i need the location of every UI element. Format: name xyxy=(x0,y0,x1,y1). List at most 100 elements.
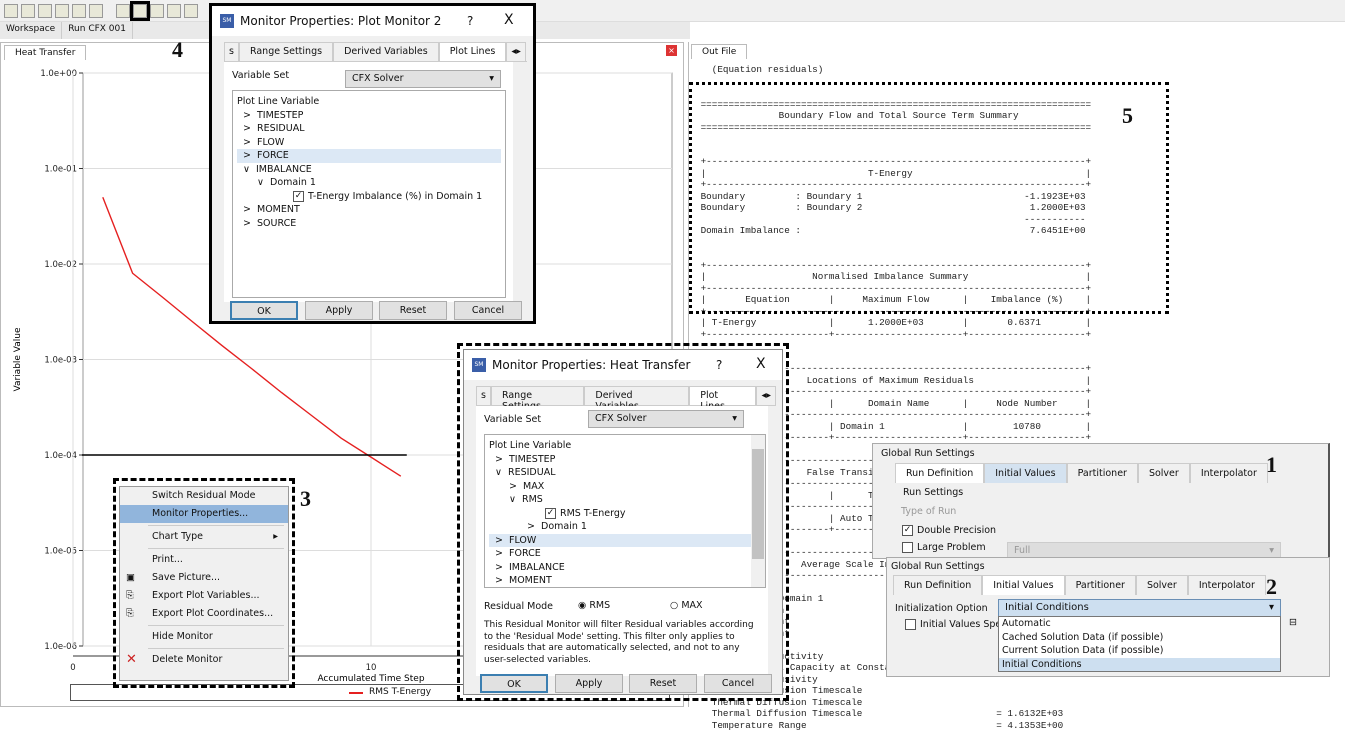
tab-interpolator[interactable]: Interpolator xyxy=(1188,575,1266,595)
initialization-option-select[interactable]: Initial Conditions xyxy=(998,599,1281,617)
tab-plot-lines[interactable]: Plot Lines xyxy=(689,386,756,405)
menu-hide-monitor[interactable]: Hide Monitor xyxy=(120,628,288,646)
legend-label: RMS T-Energy xyxy=(369,687,431,697)
out-file-line: (Equation residuals) xyxy=(695,64,1091,76)
ok-button[interactable]: OK xyxy=(230,301,298,320)
tree-item-max[interactable]: > MAX xyxy=(489,480,761,494)
tab-scroll-arrows[interactable]: ◂▸ xyxy=(506,42,526,61)
x-axis-label: Accumulated Time Step xyxy=(317,674,424,684)
tab-plot-lines[interactable]: Plot Lines xyxy=(439,42,507,61)
menu-switch-residual-mode[interactable]: Switch Residual Mode xyxy=(120,487,288,505)
radio-max[interactable]: ○ MAX xyxy=(670,600,703,611)
tab-partial[interactable]: s xyxy=(224,42,239,61)
tree-item-moment[interactable]: > MOMENT xyxy=(237,203,501,217)
option-initial-conditions[interactable]: Initial Conditions xyxy=(999,658,1280,672)
help-button[interactable]: ? xyxy=(467,14,473,28)
menu-save-picture[interactable]: ▣Save Picture... xyxy=(120,569,288,587)
tree-item-rms[interactable]: ∨ RMS xyxy=(489,493,761,507)
tree-item-t-energy-imbalance[interactable]: ✓T-Energy Imbalance (%) in Domain 1 xyxy=(237,190,501,204)
ok-button[interactable]: OK xyxy=(480,674,548,693)
double-precision-checkbox[interactable]: ✓Double Precision xyxy=(902,525,996,536)
menu-chart-type-label: Chart Type xyxy=(152,531,203,542)
tab-solver[interactable]: Solver xyxy=(1138,463,1190,483)
tree-item-domain-1[interactable]: > Domain 1 xyxy=(489,520,761,534)
tab-partial[interactable]: s xyxy=(476,386,491,405)
apply-button[interactable]: Apply xyxy=(555,674,623,693)
tab-interpolator[interactable]: Interpolator xyxy=(1190,463,1268,483)
variable-set-select[interactable]: CFX Solver xyxy=(588,410,744,428)
menu-export-plot-coordinates[interactable]: ⎘ Export Plot Coordinates... xyxy=(120,605,288,623)
menu-export-plot-variables-label: Export Plot Variables... xyxy=(152,590,260,601)
tree-header: Plot Line Variable xyxy=(237,95,501,109)
dialog-title-bar: SM Monitor Properties: Plot Monitor 2 ? … xyxy=(212,6,533,36)
expand-icon[interactable]: ⊟ xyxy=(1289,617,1297,628)
tree-item-timestep[interactable]: > TIMESTEP xyxy=(237,109,501,123)
tab-out-file[interactable]: Out File xyxy=(691,44,747,59)
run-settings-label: Run Settings xyxy=(903,487,963,498)
tree-item-moment[interactable]: > MOMENT xyxy=(489,574,761,588)
option-current-solution-data[interactable]: Current Solution Data (if possible) xyxy=(999,644,1280,658)
checkbox-checked-icon[interactable]: ✓ xyxy=(293,191,304,202)
menu-print[interactable]: Print... xyxy=(120,551,288,569)
reset-button[interactable]: Reset xyxy=(379,301,447,320)
tree-item-rms-t-energy[interactable]: ✓RMS T-Energy xyxy=(489,507,761,521)
tab-derived-variables[interactable]: Derived Variables xyxy=(584,386,689,405)
option-cached-solution-data[interactable]: Cached Solution Data (if possible) xyxy=(999,631,1280,645)
scrollbar-thumb[interactable] xyxy=(752,449,764,559)
apply-button[interactable]: Apply xyxy=(305,301,373,320)
close-button[interactable]: X xyxy=(756,356,766,372)
tree-item-imbalance[interactable]: ∨ IMBALANCE xyxy=(237,163,501,177)
tab-run-definition[interactable]: Run Definition xyxy=(895,463,984,483)
cancel-button[interactable]: Cancel xyxy=(454,301,522,320)
export-icon: ⎘ xyxy=(126,587,134,605)
tab-run-definition[interactable]: Run Definition xyxy=(893,575,982,595)
export-icon: ⎘ xyxy=(126,605,134,623)
tab-initial-values[interactable]: Initial Values xyxy=(982,575,1064,595)
dialog-title: Monitor Properties: Heat Transfer xyxy=(492,358,690,372)
tree-item-timestep[interactable]: > TIMESTEP xyxy=(489,453,761,467)
option-automatic[interactable]: Automatic xyxy=(999,617,1280,631)
y-tick-label: 1.0e-02 xyxy=(44,260,77,270)
large-problem-checkbox[interactable]: Large Problem xyxy=(902,542,986,553)
radio-rms[interactable]: ◉ RMS xyxy=(578,600,610,611)
tab-partitioner[interactable]: Partitioner xyxy=(1067,463,1138,483)
out-file-line: +----------------------+----------------… xyxy=(695,329,1091,341)
tab-initial-values[interactable]: Initial Values xyxy=(984,463,1066,483)
tree-item-domain-1[interactable]: ∨ Domain 1 xyxy=(237,176,501,190)
y-tick-label: 1.0e-05 xyxy=(44,547,77,557)
tab-solver[interactable]: Solver xyxy=(1136,575,1188,595)
menu-chart-type[interactable]: Chart Type ▸ xyxy=(120,528,288,546)
menu-export-plot-coordinates-label: Export Plot Coordinates... xyxy=(152,608,273,619)
tab-partitioner[interactable]: Partitioner xyxy=(1065,575,1136,595)
initialization-option-list: Automatic Cached Solution Data (if possi… xyxy=(998,616,1281,672)
tree-item-residual[interactable]: > RESIDUAL xyxy=(237,122,501,136)
tree-item-force[interactable]: > FORCE xyxy=(489,547,761,561)
reset-button[interactable]: Reset xyxy=(629,674,697,693)
tree-item-source[interactable]: > SOURCE xyxy=(237,217,501,231)
y-tick-label: 1.0e-03 xyxy=(44,356,77,366)
tree-item-imbalance[interactable]: > IMBALANCE xyxy=(489,561,761,575)
help-button[interactable]: ? xyxy=(716,358,722,372)
tab-range-settings[interactable]: Range Settings xyxy=(491,386,584,405)
menu-monitor-properties[interactable]: Monitor Properties... xyxy=(120,505,288,523)
initial-values-spec-checkbox[interactable]: Initial Values Spec xyxy=(905,619,1007,630)
cancel-button[interactable]: Cancel xyxy=(704,674,772,693)
tree-item-flow[interactable]: > FLOW xyxy=(489,534,761,548)
menu-delete-monitor[interactable]: ✕Delete Monitor xyxy=(120,651,288,669)
marker-2: 2 xyxy=(1266,574,1277,600)
tree-item-residual[interactable]: ∨ RESIDUAL xyxy=(489,466,761,480)
tab-range-settings[interactable]: Range Settings xyxy=(239,42,333,61)
tree-item-force[interactable]: > FORCE xyxy=(237,149,501,163)
variable-set-select[interactable]: CFX Solver xyxy=(345,70,501,88)
submenu-arrow-icon: ▸ xyxy=(273,528,278,546)
close-button[interactable]: X xyxy=(504,12,514,28)
tab-scroll-arrows[interactable]: ◂▸ xyxy=(756,386,776,405)
menu-export-plot-variables[interactable]: ⎘ Export Plot Variables... xyxy=(120,587,288,605)
global-run-settings-panel-1: Global Run Settings Run Definition Initi… xyxy=(872,443,1330,559)
tab-derived-variables[interactable]: Derived Variables xyxy=(333,42,439,61)
tree-item-flow[interactable]: > FLOW xyxy=(237,136,501,150)
menu-save-picture-label: Save Picture... xyxy=(152,572,220,583)
x-tick-label: 10 xyxy=(366,663,377,673)
scrollbar[interactable] xyxy=(751,435,765,587)
checkbox-checked-icon[interactable]: ✓ xyxy=(545,508,556,519)
